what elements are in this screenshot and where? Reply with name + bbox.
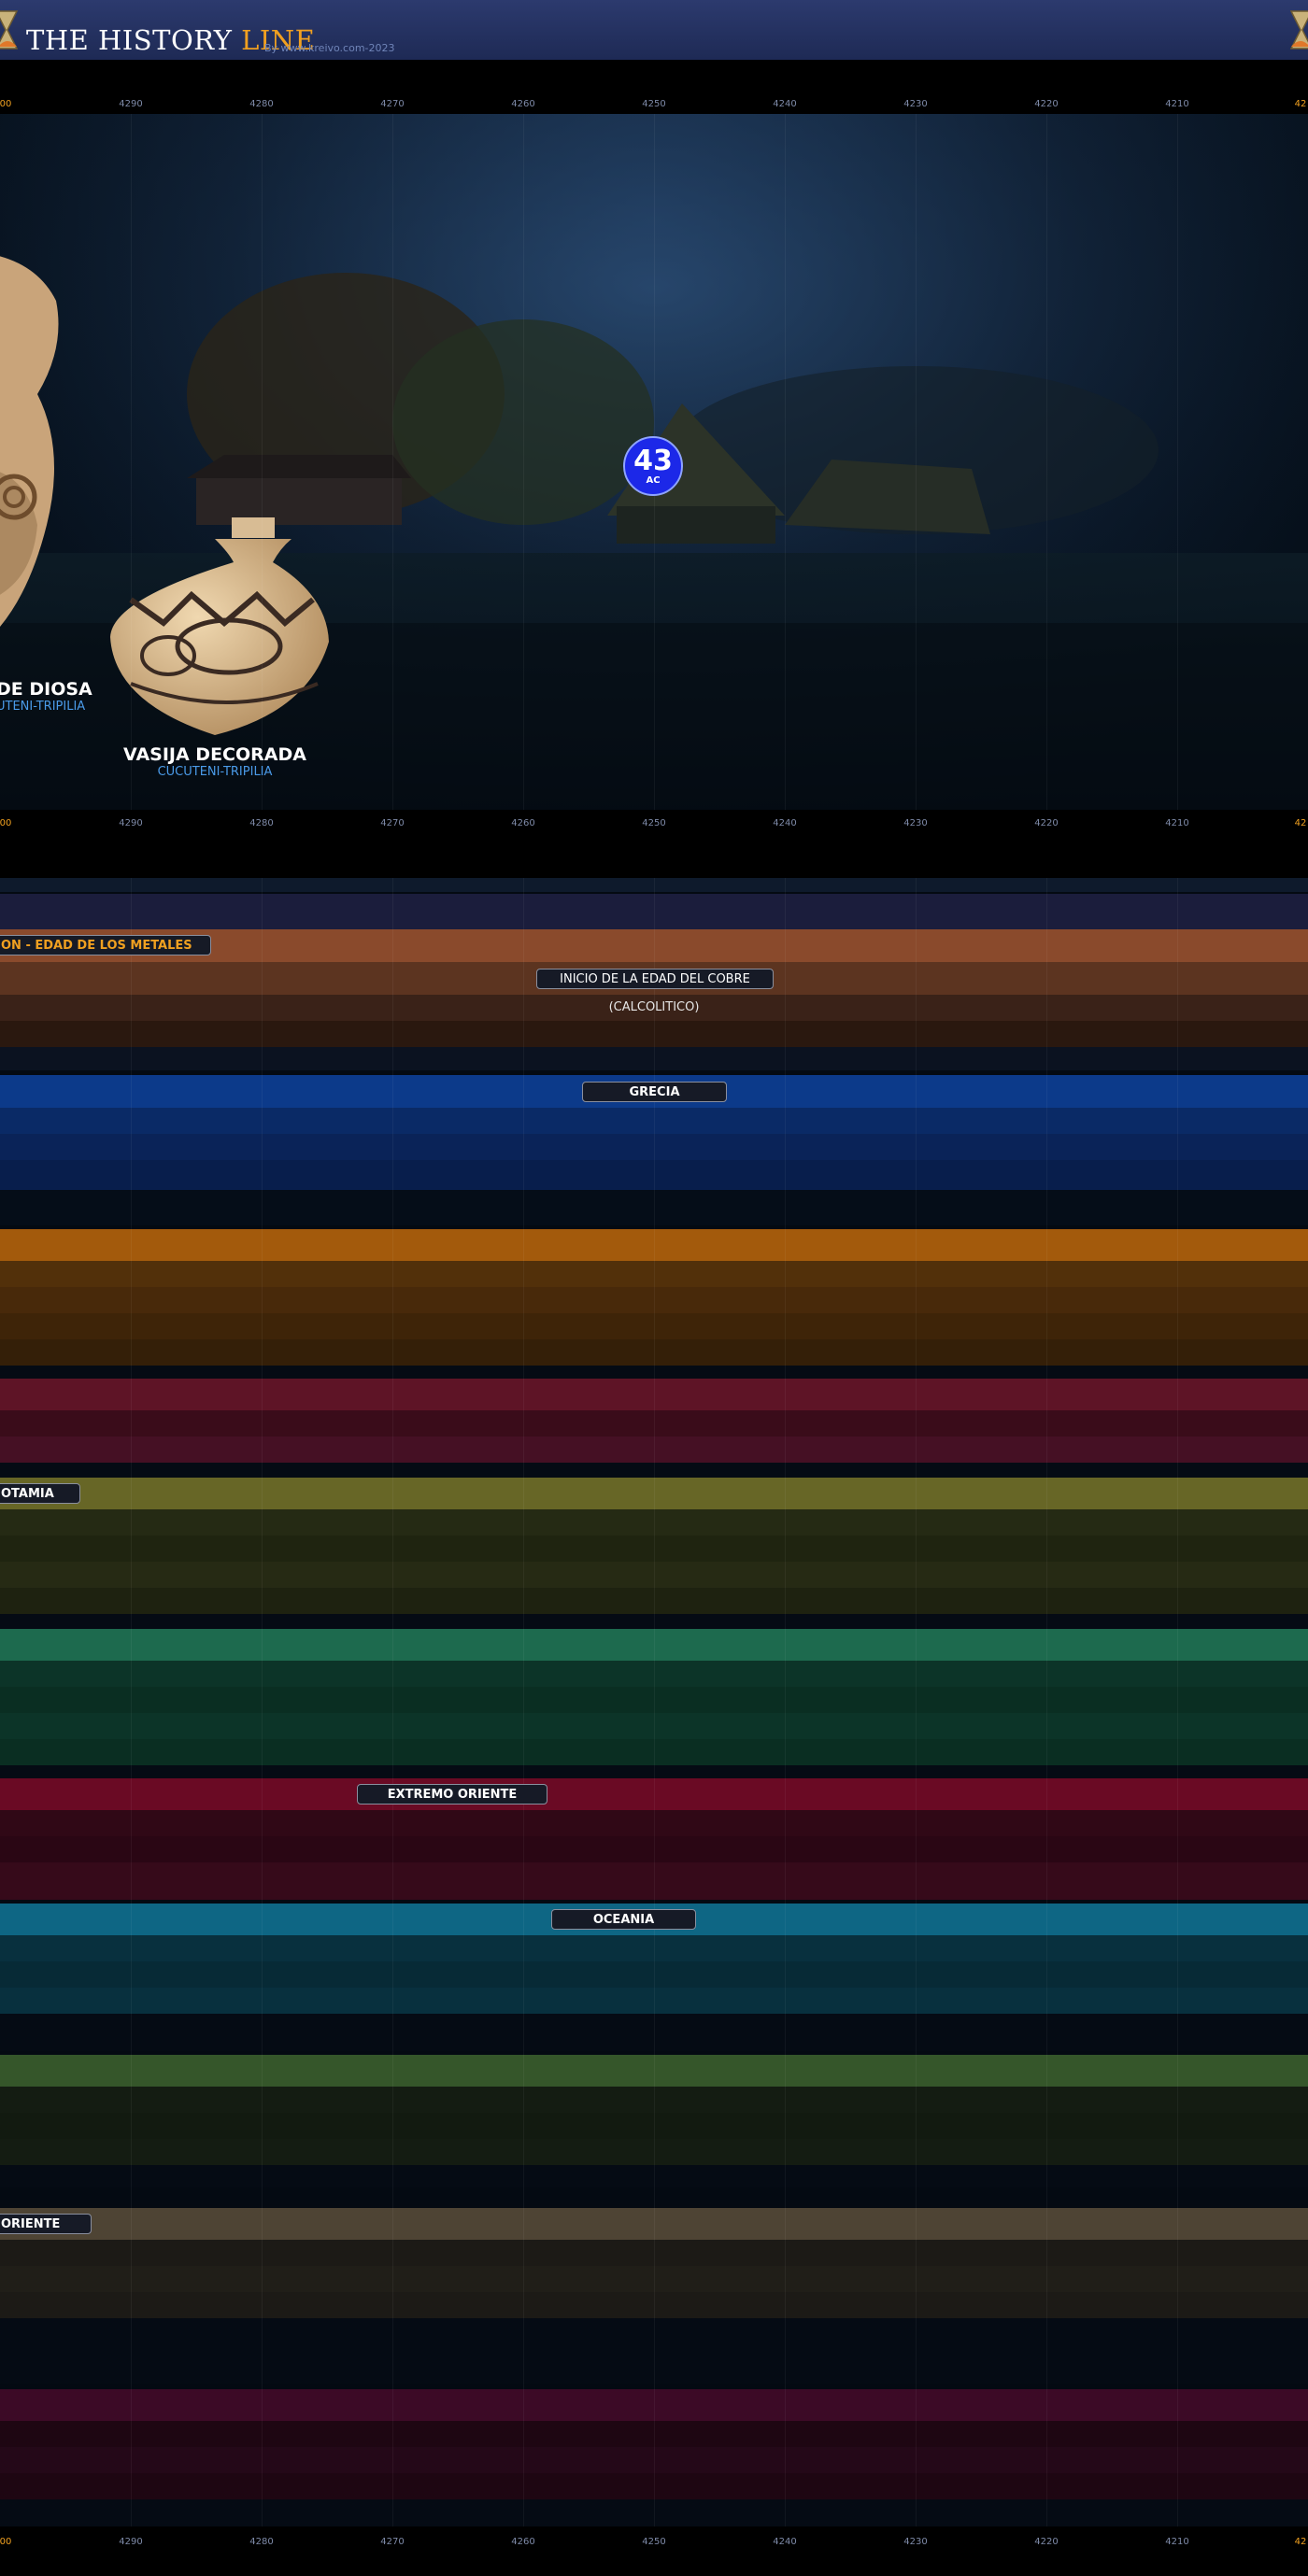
grid-line xyxy=(1177,114,1178,810)
hourglass-icon xyxy=(1289,10,1308,50)
current-year-badge[interactable]: 43 AC xyxy=(623,436,683,496)
grid-line xyxy=(785,114,786,810)
label-far-east[interactable]: EXTREMO ORIENTE xyxy=(357,1784,547,1805)
ruler-year-edge: 42 xyxy=(1294,2537,1307,2547)
grid-line xyxy=(131,878,132,2526)
artifact-title: VASIJA DECORADA xyxy=(123,744,306,765)
grid-line xyxy=(523,114,524,810)
ruler-year-edge: 42 xyxy=(1294,818,1307,828)
hourglass-icon xyxy=(0,10,19,50)
ruler-year-tick: 4250 xyxy=(642,99,666,109)
grid-line xyxy=(392,878,393,2526)
ruler-year-tick: 4290 xyxy=(119,2537,143,2547)
grid-line xyxy=(916,114,917,810)
era-suffix: AC xyxy=(646,474,661,486)
ruler-year-tick: 4270 xyxy=(380,2537,405,2547)
ruler-year-tick: 4220 xyxy=(1034,818,1059,828)
ruler-year-tick: 4220 xyxy=(1034,2537,1059,2547)
grid-line xyxy=(785,878,786,2526)
year-number: 43 xyxy=(633,444,673,477)
grid-line xyxy=(131,114,132,810)
label-copper-age-sub: (CALCOLITICO) xyxy=(608,1000,700,1014)
label-prehistory[interactable]: ON - EDAD DE LOS METALES xyxy=(0,935,211,955)
ruler-year-tick: 4240 xyxy=(773,2537,797,2547)
grid-line xyxy=(916,878,917,2526)
ruler-year-tick: 4270 xyxy=(380,818,405,828)
grid-line xyxy=(262,114,263,810)
label-orient[interactable]: ORIENTE xyxy=(0,2214,92,2234)
ruler-year-tick: 4230 xyxy=(903,818,928,828)
artifact-caption-vase[interactable]: VASIJA DECORADA CUCUTENI-TRIPILIA xyxy=(121,744,308,779)
grid-line xyxy=(654,878,655,2526)
artifact-culture: UTENI-TRIPILIA xyxy=(0,700,86,714)
era-scene: 43 AC DE DIOSA UTENI-TRIPILIA VASIJA DEC… xyxy=(0,114,1308,810)
ruler-year-tick: 4280 xyxy=(249,2537,274,2547)
grid-line xyxy=(392,114,393,810)
grid-line xyxy=(523,878,524,2526)
artifact-title: DE DIOSA xyxy=(0,679,92,700)
ruler-year-edge: 00 xyxy=(0,818,12,828)
ruler-year-tick: 4230 xyxy=(903,99,928,109)
label-mesopotamia[interactable]: OTAMIA xyxy=(0,1483,80,1504)
ruler-year-edge: 00 xyxy=(0,2537,12,2547)
ruler-year-tick: 4280 xyxy=(249,99,274,109)
ruler-year-tick: 4250 xyxy=(642,2537,666,2547)
label-oceania[interactable]: OCEANIA xyxy=(551,1909,696,1930)
ruler-year-tick: 4280 xyxy=(249,818,274,828)
ruler-year-tick: 4260 xyxy=(511,99,535,109)
ruler-year-edge: 42 xyxy=(1294,99,1307,109)
ruler-year-tick: 4260 xyxy=(511,818,535,828)
grid-line xyxy=(1046,114,1047,810)
grid-line xyxy=(1177,878,1178,2526)
artifact-caption-figurine[interactable]: DE DIOSA UTENI-TRIPILIA xyxy=(0,679,99,714)
ruler-year-tick: 4270 xyxy=(380,99,405,109)
year-ruler-middle[interactable]: 00 4290 4280 4270 4260 4250 4240 4230 4220 4210 42 xyxy=(0,814,1308,835)
artifact-culture: CUCUTENI-TRIPILIA xyxy=(157,765,273,779)
ruler-year-tick: 4210 xyxy=(1165,99,1189,109)
ruler-year-tick: 4290 xyxy=(119,99,143,109)
app-header: THE HISTORY LINE By www.kreivo.com-2023 xyxy=(0,0,1308,60)
ruler-year-tick: 4210 xyxy=(1165,818,1189,828)
grid-line xyxy=(1046,878,1047,2526)
ruler-year-tick: 4230 xyxy=(903,2537,928,2547)
ruler-year-tick: 4290 xyxy=(119,818,143,828)
label-copper-age[interactable]: INICIO DE LA EDAD DEL COBRE xyxy=(536,969,774,989)
author-credit[interactable]: By www.kreivo.com-2023 xyxy=(264,42,395,54)
ruler-year-tick: 4210 xyxy=(1165,2537,1189,2547)
label-greece[interactable]: GRECIA xyxy=(582,1082,727,1102)
timeline-bands: ON - EDAD DE LOS METALES INICIO DE LA ED… xyxy=(0,878,1308,2526)
ruler-year-edge: 00 xyxy=(0,99,12,109)
year-ruler-bottom[interactable]: 00 4290 4280 4270 4260 4250 4240 4230 4220 4210 42 xyxy=(0,2533,1308,2554)
ruler-year-tick: 4240 xyxy=(773,818,797,828)
ruler-year-tick: 4220 xyxy=(1034,99,1059,109)
ruler-year-tick: 4250 xyxy=(642,818,666,828)
ruler-year-tick: 4260 xyxy=(511,2537,535,2547)
grid-line xyxy=(262,878,263,2526)
year-ruler-top[interactable]: 00 4290 4280 4270 4260 4250 4240 4230 4220 4210 42 xyxy=(0,95,1308,116)
ruler-year-tick: 4240 xyxy=(773,99,797,109)
